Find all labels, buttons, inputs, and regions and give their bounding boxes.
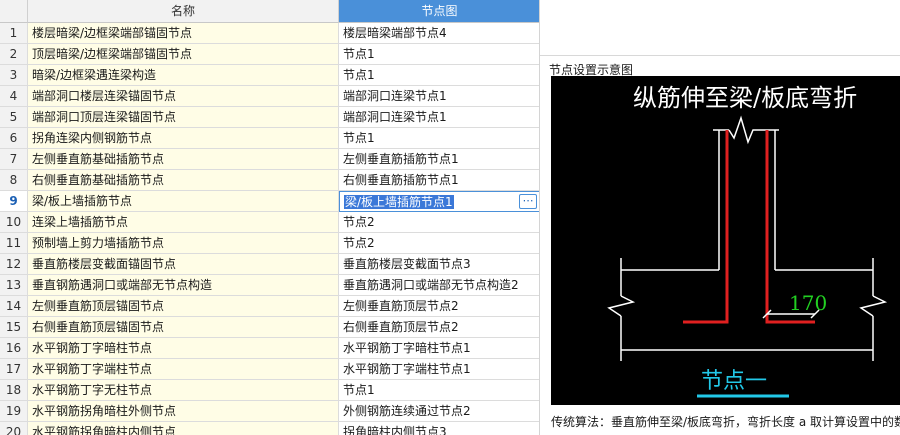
table-row[interactable]: 12 垂直筋楼层变截面锚固节点 垂直筋楼层变截面节点3 [0, 254, 539, 275]
row-number[interactable]: 4 [0, 86, 28, 107]
table-row[interactable]: 8 右侧垂直筋基础插筋节点 右侧垂直筋插筋节点1 [0, 170, 539, 191]
ellipsis-icon[interactable]: ⋯ [519, 194, 537, 209]
row-number[interactable]: 1 [0, 23, 28, 44]
node-value-cell[interactable]: 楼层暗梁端部节点4 [339, 23, 539, 44]
row-number[interactable]: 9 [0, 191, 28, 212]
node-value-cell[interactable]: 右侧垂直筋顶层节点2 [339, 317, 539, 338]
table-row[interactable]: 2 顶层暗梁/边框梁端部锚固节点 节点1 [0, 44, 539, 65]
node-value-cell[interactable]: 节点1 [339, 128, 539, 149]
node-value-cell[interactable]: 节点1 [339, 380, 539, 401]
table-row[interactable]: 16 水平钢筋丁字暗柱节点 水平钢筋丁字暗柱节点1 [0, 338, 539, 359]
node-name-cell: 水平钢筋丁字暗柱节点 [28, 338, 339, 359]
node-name-cell: 垂直筋楼层变截面锚固节点 [28, 254, 339, 275]
algorithm-description: 传统算法：垂直筋伸至梁/板底弯折，弯折长度 a 取计算设置中的数 [551, 415, 900, 429]
node-name-cell: 水平钢筋拐角暗柱内侧节点 [28, 422, 339, 435]
node-value-cell[interactable]: 端部洞口连梁节点1 [339, 86, 539, 107]
node-value-cell[interactable]: 节点1 [339, 65, 539, 86]
app-window: 名称 节点图 1 楼层暗梁/边框梁端部锚固节点 楼层暗梁端部节点4 2 顶层暗梁/边框梁… [0, 0, 900, 435]
node-preview-panel: 节点设置示意图 纵筋伸至梁/板底弯折 170 节点一 传统算法：垂直筋伸至梁/板… [540, 0, 900, 435]
row-number[interactable]: 5 [0, 107, 28, 128]
node-value-cell[interactable]: 垂直筋楼层变截面节点3 [339, 254, 539, 275]
node-name-cell: 端部洞口顶层连梁锚固节点 [28, 107, 339, 128]
node-value-cell[interactable]: 外侧钢筋连续通过节点2 [339, 401, 539, 422]
node-value-text[interactable]: 梁/板上墙插筋节点1 [344, 195, 454, 209]
row-number[interactable]: 16 [0, 338, 28, 359]
node-name-cell: 右侧垂直筋顶层锚固节点 [28, 317, 339, 338]
name-column-header[interactable]: 名称 [28, 0, 339, 23]
diagram-heading: 纵筋伸至梁/板底弯折 [633, 84, 857, 112]
table-row[interactable]: 11 预制墙上剪力墙插筋节点 节点2 [0, 233, 539, 254]
node-name-cell: 拐角连梁内侧钢筋节点 [28, 128, 339, 149]
row-number[interactable]: 11 [0, 233, 28, 254]
node-name-cell: 右侧垂直筋基础插筋节点 [28, 170, 339, 191]
node-name-cell: 端部洞口楼层连梁锚固节点 [28, 86, 339, 107]
table-row[interactable]: 4 端部洞口楼层连梁锚固节点 端部洞口连梁节点1 [0, 86, 539, 107]
row-number[interactable]: 20 [0, 422, 28, 435]
table-row[interactable]: 7 左侧垂直筋基础插筋节点 左侧垂直筋插筋节点1 [0, 149, 539, 170]
node-name-cell: 楼层暗梁/边框梁端部锚固节点 [28, 23, 339, 44]
row-number[interactable]: 18 [0, 380, 28, 401]
node-name-cell: 暗梁/边框梁遇连梁构造 [28, 65, 339, 86]
table-row[interactable]: 5 端部洞口顶层连梁锚固节点 端部洞口连梁节点1 [0, 107, 539, 128]
table-row[interactable]: 3 暗梁/边框梁遇连梁构造 节点1 [0, 65, 539, 86]
row-number[interactable]: 7 [0, 149, 28, 170]
node-name-cell: 左侧垂直筋基础插筋节点 [28, 149, 339, 170]
node-value-cell[interactable]: 拐角暗柱内侧节点3 [339, 422, 539, 435]
node-value-cell[interactable]: 节点2 [339, 212, 539, 233]
diagram-canvas: 纵筋伸至梁/板底弯折 170 节点一 [551, 76, 900, 405]
table-row[interactable]: 6 拐角连梁内侧钢筋节点 节点1 [0, 128, 539, 149]
node-value-cell[interactable]: 水平钢筋丁字暗柱节点1 [339, 338, 539, 359]
row-number[interactable]: 2 [0, 44, 28, 65]
row-number[interactable]: 17 [0, 359, 28, 380]
node-value-cell[interactable]: 端部洞口连梁节点1 [339, 107, 539, 128]
table-row[interactable]: 1 楼层暗梁/边框梁端部锚固节点 楼层暗梁端部节点4 [0, 23, 539, 44]
node-value-cell[interactable]: 水平钢筋丁字端柱节点1 [339, 359, 539, 380]
node-name-cell: 左侧垂直筋顶层锚固节点 [28, 296, 339, 317]
node-value-cell[interactable]: 节点1 [339, 44, 539, 65]
node-name-cell: 水平钢筋丁字无柱节点 [28, 380, 339, 401]
row-number[interactable]: 19 [0, 401, 28, 422]
row-number-header [0, 0, 28, 23]
node-column-header[interactable]: 节点图 [339, 0, 539, 23]
node-value-cell[interactable]: 左侧垂直筋插筋节点1 [339, 149, 539, 170]
node-name-cell: 梁/板上墙插筋节点 [28, 191, 339, 212]
node-value-cell[interactable]: 垂直筋遇洞口或端部无节点构造2 [339, 275, 539, 296]
node-value-cell[interactable]: 左侧垂直筋顶层节点2 [339, 296, 539, 317]
row-number[interactable]: 8 [0, 170, 28, 191]
table-row[interactable]: 20 水平钢筋拐角暗柱内侧节点 拐角暗柱内侧节点3 [0, 422, 539, 435]
table-row[interactable]: 14 左侧垂直筋顶层锚固节点 左侧垂直筋顶层节点2 [0, 296, 539, 317]
node-name-cell: 连梁上墙插筋节点 [28, 212, 339, 233]
dimension-label: 170 [789, 291, 827, 315]
node-value-editor[interactable]: 梁/板上墙插筋节点1 ⋯ [339, 191, 539, 212]
node-name-cell: 水平钢筋拐角暗柱外侧节点 [28, 401, 339, 422]
row-number[interactable]: 3 [0, 65, 28, 86]
node-name-cell: 水平钢筋丁字端柱节点 [28, 359, 339, 380]
table-row[interactable]: 18 水平钢筋丁字无柱节点 节点1 [0, 380, 539, 401]
node-name-cell: 预制墙上剪力墙插筋节点 [28, 233, 339, 254]
row-number[interactable]: 12 [0, 254, 28, 275]
grid-rows: 1 楼层暗梁/边框梁端部锚固节点 楼层暗梁端部节点4 2 顶层暗梁/边框梁端部锚固节点节… [0, 23, 539, 435]
node-value-cell[interactable]: 右侧垂直筋插筋节点1 [339, 170, 539, 191]
table-row[interactable]: 17 水平钢筋丁字端柱节点 水平钢筋丁字端柱节点1 [0, 359, 539, 380]
diagram-caption: 节点一 [701, 369, 767, 394]
node-value-cell[interactable]: 节点2 [339, 233, 539, 254]
table-row[interactable]: 10 连梁上墙插筋节点 节点2 [0, 212, 539, 233]
table-row[interactable]: 13 垂直钢筋遇洞口或端部无节点构造 垂直筋遇洞口或端部无节点构造2 [0, 275, 539, 296]
node-name-cell: 顶层暗梁/边框梁端部锚固节点 [28, 44, 339, 65]
row-number[interactable]: 15 [0, 317, 28, 338]
row-number[interactable]: 6 [0, 128, 28, 149]
node-settings-grid: 名称 节点图 1 楼层暗梁/边框梁端部锚固节点 楼层暗梁端部节点4 2 顶层暗梁/边框梁… [0, 0, 540, 435]
table-row[interactable]: 9 梁/板上墙插筋节点 梁/板上墙插筋节点1 ⋯ [0, 191, 539, 212]
node-diagram: 纵筋伸至梁/板底弯折 170 节点一 [551, 76, 900, 405]
row-number[interactable]: 10 [0, 212, 28, 233]
panel-divider [540, 55, 900, 56]
table-row[interactable]: 19 水平钢筋拐角暗柱外侧节点 外侧钢筋连续通过节点2 [0, 401, 539, 422]
row-number[interactable]: 14 [0, 296, 28, 317]
table-row[interactable]: 15 右侧垂直筋顶层锚固节点 右侧垂直筋顶层节点2 [0, 317, 539, 338]
node-name-cell: 垂直钢筋遇洞口或端部无节点构造 [28, 275, 339, 296]
row-number[interactable]: 13 [0, 275, 28, 296]
